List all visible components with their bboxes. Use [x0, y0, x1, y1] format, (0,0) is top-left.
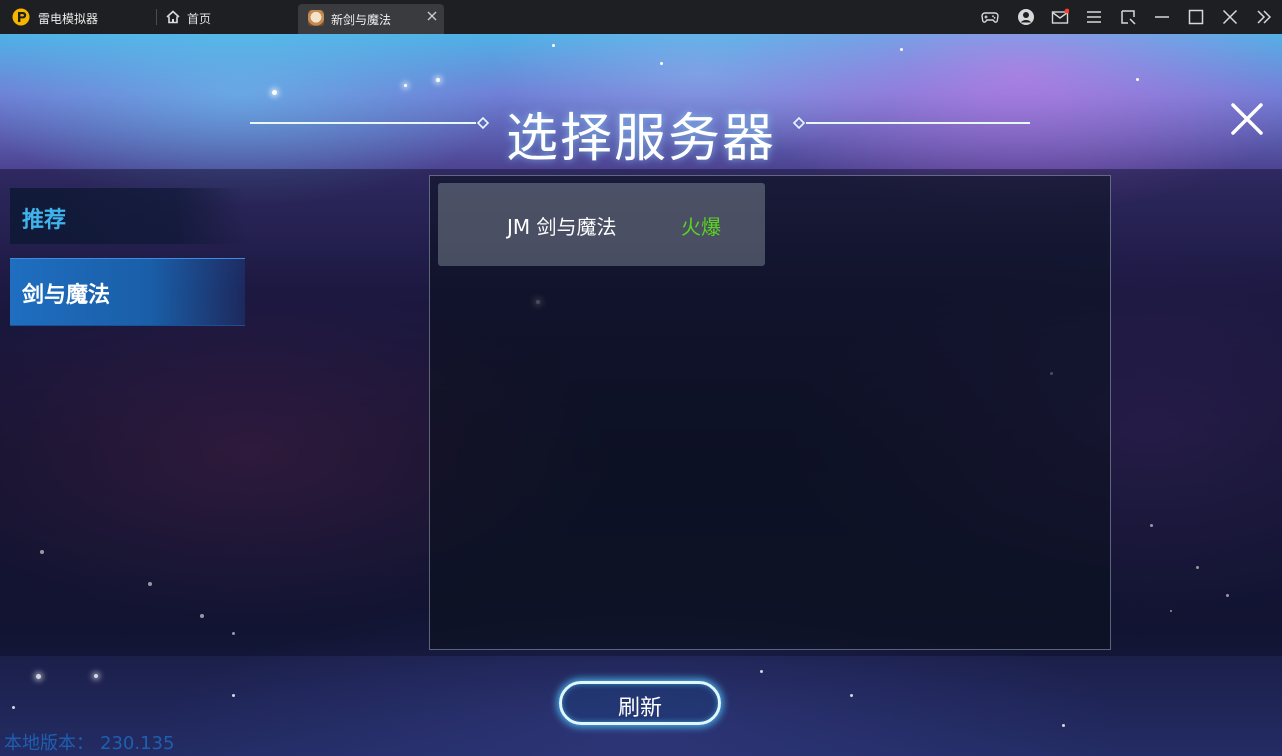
title-separator — [156, 9, 157, 25]
tab-game[interactable]: 新剑与魔法 — [298, 4, 444, 34]
title-decoration-right — [792, 117, 1030, 129]
tab-jian-yu-mofa-label: 剑与魔法 — [22, 283, 111, 308]
app-logo-icon — [12, 8, 30, 26]
tab-home-label: 首页 — [187, 12, 212, 26]
mail-icon[interactable] — [1051, 8, 1069, 26]
maximize-icon[interactable] — [1187, 8, 1205, 26]
star — [404, 84, 407, 87]
home-icon — [166, 10, 180, 24]
app-title: 雷电模拟器 — [38, 12, 99, 26]
game-screen: 选择服务器 推荐 剑与魔法 JM 剑与魔法 火爆 刷新 本地版本： 230.135 — [0, 34, 1282, 756]
tab-home[interactable]: 首页 — [164, 4, 284, 32]
tab-close-icon[interactable] — [426, 10, 438, 22]
server-name: JM 剑与魔法 — [507, 215, 617, 239]
tab-game-label: 新剑与魔法 — [331, 13, 392, 27]
star — [660, 62, 663, 65]
refresh-button[interactable]: 刷新 — [559, 681, 721, 725]
server-status: 火爆 — [681, 215, 721, 239]
gamepad-icon[interactable] — [981, 8, 999, 26]
tab-recommend[interactable]: 推荐 — [10, 188, 245, 244]
star — [1136, 78, 1139, 81]
star — [900, 48, 903, 51]
minimize-icon[interactable] — [1153, 8, 1171, 26]
star — [552, 44, 555, 47]
version-label: 本地版本： — [4, 733, 94, 754]
expand-icon[interactable] — [1255, 8, 1273, 26]
game-tab-icon — [308, 10, 324, 26]
resize-icon[interactable] — [1119, 8, 1137, 26]
refresh-button-label: 刷新 — [617, 696, 662, 721]
close-dialog-icon[interactable] — [1228, 100, 1266, 138]
tab-recommend-label: 推荐 — [22, 208, 67, 233]
menu-icon[interactable] — [1085, 8, 1103, 26]
star — [272, 90, 277, 95]
server-item[interactable]: JM 剑与魔法 火爆 — [438, 183, 765, 266]
page-title: 选择服务器 — [505, 109, 776, 169]
version-text: 本地版本： 230.135 — [4, 729, 174, 755]
close-icon[interactable] — [1221, 8, 1239, 26]
star — [436, 78, 440, 82]
window-title-bar: 雷电模拟器 首页 新剑与魔法 — [0, 0, 1282, 34]
server-list-panel: JM 剑与魔法 火爆 — [429, 175, 1111, 650]
version-value: 230.135 — [100, 733, 175, 754]
user-icon[interactable] — [1017, 8, 1035, 26]
tab-jian-yu-mofa[interactable]: 剑与魔法 — [10, 258, 245, 326]
